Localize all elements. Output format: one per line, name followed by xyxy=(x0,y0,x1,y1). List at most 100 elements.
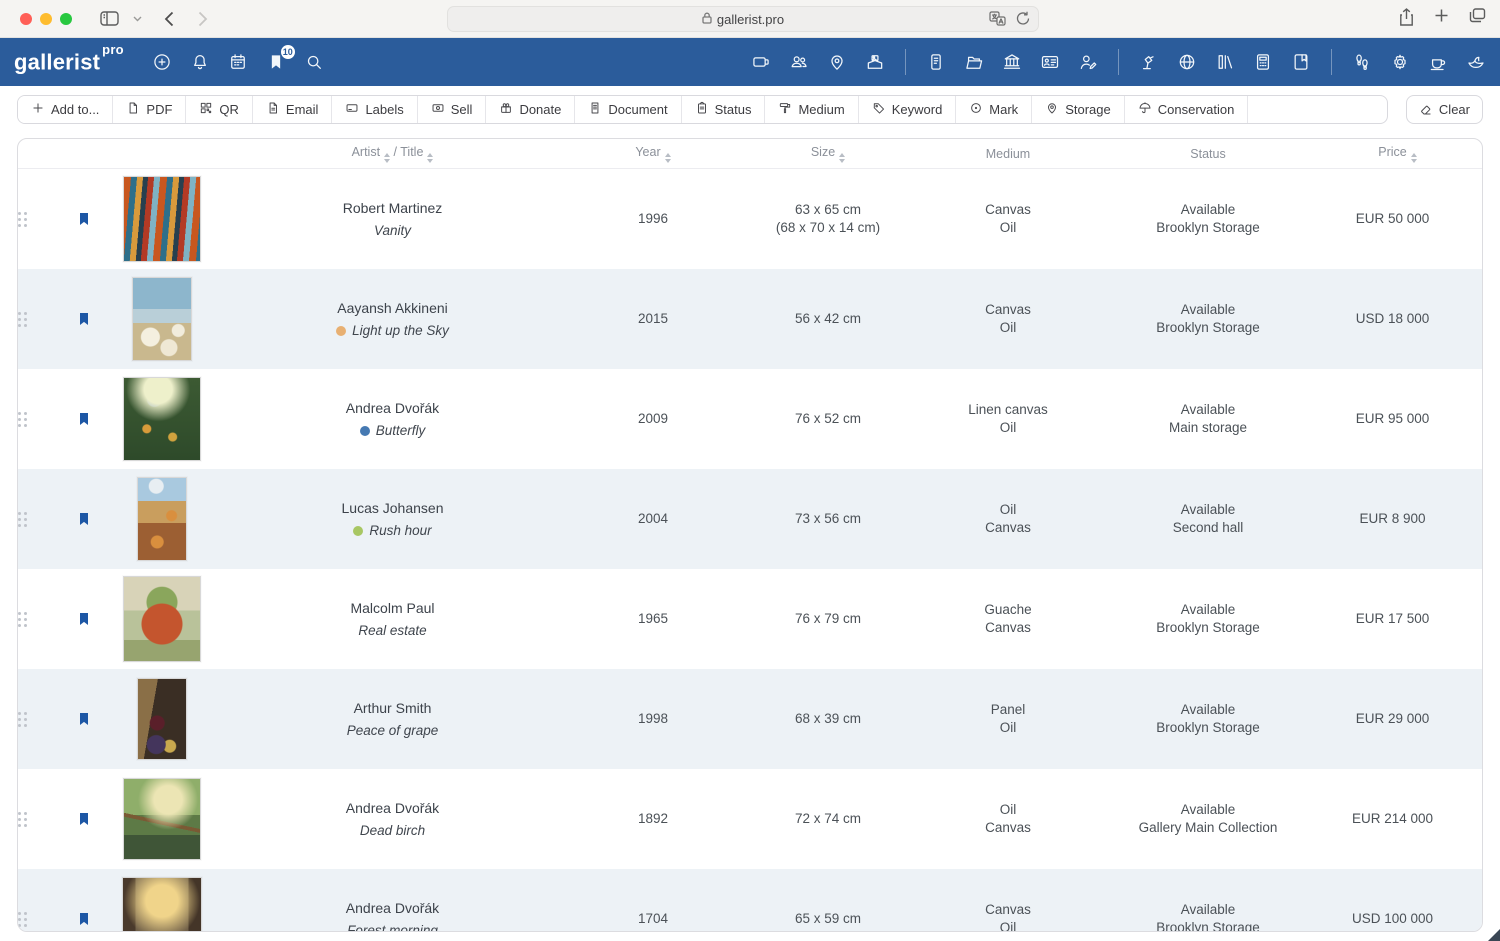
sidebar-toggle-icon[interactable] xyxy=(100,11,119,26)
back-button[interactable] xyxy=(164,11,174,27)
artwork-thumbnail[interactable] xyxy=(123,377,201,461)
library-icon[interactable] xyxy=(1215,52,1235,72)
contacts-icon[interactable] xyxy=(789,52,809,72)
artwork-thumbnail[interactable] xyxy=(123,778,201,860)
artist-title-cell[interactable]: Lucas Johansen Rush hour xyxy=(222,500,563,538)
email-button[interactable]: Email xyxy=(252,96,333,123)
table-row[interactable]: Aayansh Akkineni Light up the Sky 2015 56 x… xyxy=(18,269,1482,369)
clear-filters-button[interactable]: Clear xyxy=(1405,95,1483,124)
document-button[interactable]: Document xyxy=(575,96,682,123)
bookmarks-icon[interactable]: 10 xyxy=(266,44,296,72)
folder-icon[interactable] xyxy=(964,52,984,72)
address-bar[interactable]: gallerist.pro xyxy=(447,6,1039,32)
medium-button[interactable]: Medium xyxy=(765,96,859,123)
drag-handle[interactable] xyxy=(18,911,66,927)
donate-button[interactable]: Donate xyxy=(486,96,576,123)
institution-icon[interactable] xyxy=(1002,52,1022,72)
artwork-thumbnail[interactable] xyxy=(123,576,201,662)
translate-icon[interactable] xyxy=(989,11,1006,29)
keyword-button[interactable]: Keyword xyxy=(858,96,957,123)
book-icon[interactable] xyxy=(1291,52,1311,72)
row-bookmark-icon[interactable] xyxy=(66,709,102,729)
row-bookmark-icon[interactable] xyxy=(66,309,102,329)
row-bookmark-icon[interactable] xyxy=(66,609,102,629)
sort-size-icon[interactable] xyxy=(839,152,846,163)
qr-button[interactable]: QR xyxy=(186,96,253,123)
table-row[interactable]: Robert Martinez Vanity 1996 63 x 65 cm (68 x… xyxy=(18,169,1482,269)
table-row[interactable]: Andrea Dvořák Dead birch 1892 72 x 74 cm Oil… xyxy=(18,769,1482,869)
row-bookmark-icon[interactable] xyxy=(66,909,102,929)
drag-handle[interactable] xyxy=(18,311,66,327)
table-row[interactable]: Malcolm Paul Real estate 1965 76 x 79 cm Gua… xyxy=(18,569,1482,669)
drag-handle[interactable] xyxy=(18,211,66,227)
row-bookmark-icon[interactable] xyxy=(66,409,102,429)
calculator-icon[interactable] xyxy=(1253,52,1273,72)
artist-title-cell[interactable]: Andrea Dvořák Butterfly xyxy=(222,400,563,438)
reload-icon[interactable] xyxy=(1016,11,1030,29)
new-tab-icon[interactable] xyxy=(1434,8,1449,31)
app-logo[interactable]: gallerist pro xyxy=(14,43,124,73)
sort-price-icon[interactable] xyxy=(1410,152,1417,163)
sort-title-icon[interactable] xyxy=(427,152,434,163)
notifications-icon[interactable] xyxy=(190,52,210,72)
artist-title-cell[interactable]: Aayansh Akkineni Light up the Sky xyxy=(222,300,563,338)
artwork-thumbnail[interactable] xyxy=(137,678,187,760)
forward-button[interactable] xyxy=(198,11,208,27)
artwork-thumbnail[interactable] xyxy=(122,877,202,931)
lamp-icon[interactable] xyxy=(1139,52,1159,72)
id-card-icon[interactable] xyxy=(1040,52,1060,72)
settings-icon[interactable] xyxy=(1390,52,1410,72)
column-header-size[interactable]: Size xyxy=(743,145,913,163)
locations-icon[interactable] xyxy=(827,52,847,72)
status-button[interactable]: Status xyxy=(681,96,766,123)
storage-button[interactable]: Storage xyxy=(1032,96,1125,123)
labels-button[interactable]: Labels xyxy=(332,96,418,123)
table-row[interactable]: Lucas Johansen Rush hour 2004 73 x 56 cm Oil… xyxy=(18,469,1482,569)
coffee-icon[interactable] xyxy=(1428,52,1448,72)
artist-title-cell[interactable]: Andrea Dvořák Forest morning xyxy=(222,900,563,931)
drag-handle[interactable] xyxy=(18,611,66,627)
artist-title-cell[interactable]: Malcolm Paul Real estate xyxy=(222,600,563,638)
sell-button[interactable]: Sell xyxy=(417,96,487,123)
table-row[interactable]: Andrea Dvořák Butterfly 2009 76 x 52 cm Line… xyxy=(18,369,1482,469)
user-edit-icon[interactable] xyxy=(1078,52,1098,72)
column-header-artist-title[interactable]: Artist / Title xyxy=(222,145,563,163)
artwork-thumbnail[interactable] xyxy=(123,176,201,262)
mark-button[interactable]: Mark xyxy=(956,96,1033,123)
add-to-button[interactable]: Add to... xyxy=(18,96,114,123)
zoom-window-button[interactable] xyxy=(60,12,72,25)
minimize-window-button[interactable] xyxy=(40,12,52,25)
add-icon[interactable] xyxy=(152,52,172,72)
conservation-button[interactable]: Conservation xyxy=(1124,96,1249,123)
close-window-button[interactable] xyxy=(20,12,32,25)
mobile-doc-icon[interactable] xyxy=(926,52,946,72)
drag-handle[interactable] xyxy=(18,511,66,527)
share-icon[interactable] xyxy=(1399,8,1414,31)
pdf-button[interactable]: PDF xyxy=(113,96,187,123)
artwork-thumbnail[interactable] xyxy=(132,277,192,361)
window-controls[interactable] xyxy=(20,12,72,25)
footprints-icon[interactable] xyxy=(1352,52,1372,72)
inbox-icon[interactable] xyxy=(865,52,885,72)
row-bookmark-icon[interactable] xyxy=(66,509,102,529)
artist-title-cell[interactable]: Robert Martinez Vanity xyxy=(222,200,563,238)
globe-icon[interactable] xyxy=(1177,52,1197,72)
column-header-year[interactable]: Year xyxy=(563,145,743,163)
search-icon[interactable] xyxy=(304,52,324,72)
tab-overview-icon[interactable] xyxy=(1469,8,1486,31)
table-row[interactable]: Andrea Dvořák Forest morning 1704 65 x 59 c… xyxy=(18,869,1482,931)
artwork-thumbnail[interactable] xyxy=(137,477,187,561)
sort-year-icon[interactable] xyxy=(664,152,671,163)
row-bookmark-icon[interactable] xyxy=(66,209,102,229)
drag-handle[interactable] xyxy=(18,811,66,827)
bird-icon[interactable] xyxy=(1466,52,1486,72)
artist-title-cell[interactable]: Arthur Smith Peace of grape xyxy=(222,700,563,738)
calendar-icon[interactable] xyxy=(228,52,248,72)
sort-artist-icon[interactable] xyxy=(384,152,391,163)
artist-title-cell[interactable]: Andrea Dvořák Dead birch xyxy=(222,800,563,838)
drag-handle[interactable] xyxy=(18,411,66,427)
column-header-price[interactable]: Price xyxy=(1313,145,1482,163)
table-row[interactable]: Arthur Smith Peace of grape 1998 68 x 39 cm… xyxy=(18,669,1482,769)
wallet-icon[interactable] xyxy=(751,52,771,72)
drag-handle[interactable] xyxy=(18,711,66,727)
